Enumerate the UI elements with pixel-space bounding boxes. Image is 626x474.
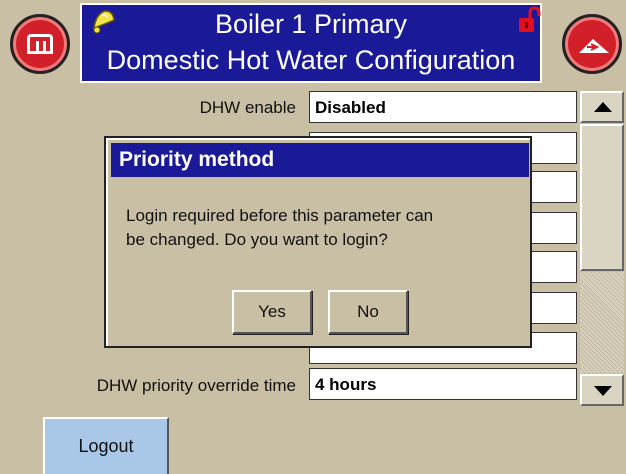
priority-override-time-field[interactable]: 4 hours (309, 368, 577, 400)
dhw-enable-field[interactable]: Disabled (309, 91, 577, 123)
unlocked-icon[interactable] (517, 6, 541, 36)
dialog-message-line1: Login required before this parameter can (126, 206, 434, 225)
scroll-down-button[interactable] (580, 374, 624, 406)
yes-button[interactable]: Yes (232, 290, 312, 334)
login-required-dialog: Priority method Login required before th… (104, 136, 532, 348)
page-subtitle: Domestic Hot Water Configuration (106, 45, 516, 75)
row-label-priority-override-time: DHW priority override time (96, 376, 296, 395)
page-title: Boiler 1 Primary (214, 9, 408, 39)
scrollbar[interactable] (580, 91, 626, 407)
scroll-track[interactable] (580, 272, 624, 373)
scroll-thumb[interactable] (580, 124, 624, 271)
bell-icon[interactable] (88, 6, 118, 36)
row-label-dhw-enable: DHW enable (199, 98, 296, 117)
home-button[interactable] (10, 14, 70, 74)
screen: Boiler 1 Primary Domestic Hot Water Conf… (0, 0, 626, 474)
dialog-message-line2: be changed. Do you want to login? (126, 230, 388, 249)
home-icon (27, 34, 53, 54)
back-icon (579, 39, 609, 53)
header: Boiler 1 Primary Domestic Hot Water Conf… (0, 0, 626, 86)
title-bar: Boiler 1 Primary Domestic Hot Water Conf… (80, 3, 542, 83)
back-button[interactable] (562, 14, 622, 74)
no-button[interactable]: No (328, 290, 408, 334)
dialog-title: Priority method (111, 143, 529, 177)
scroll-up-button[interactable] (580, 91, 624, 123)
logout-button[interactable]: Logout (43, 417, 169, 474)
